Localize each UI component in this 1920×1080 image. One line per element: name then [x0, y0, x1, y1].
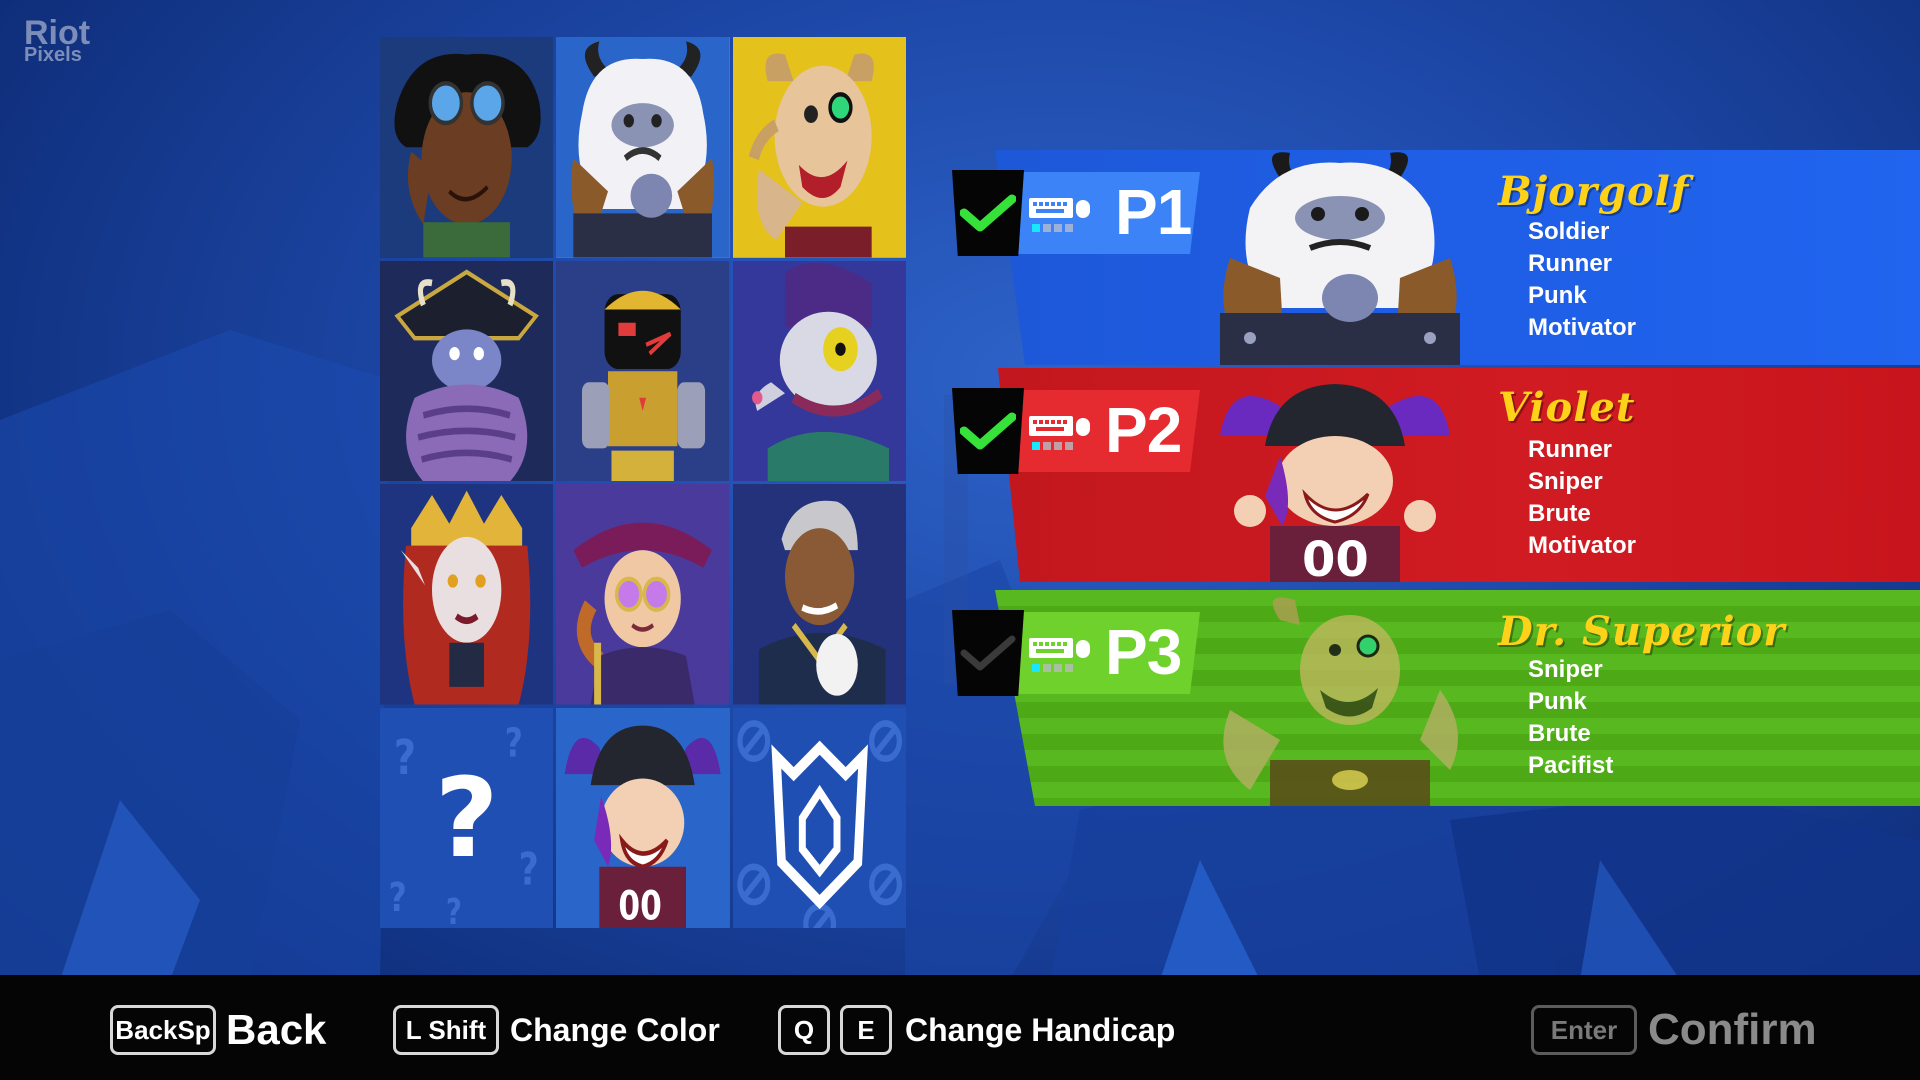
player-3-character-name: Dr. Superior: [1498, 608, 1786, 655]
riot-pixels-watermark: Riot Pixels: [24, 14, 91, 67]
player-1-panel: P1 Bjorgolf Soldier Runner Punk Motivato…: [0, 150, 1920, 365]
player-2-tag: P2: [1105, 394, 1182, 466]
trait: Brute: [1528, 500, 1591, 527]
ready-check-icon: [960, 412, 1016, 450]
q-key[interactable]: Q: [778, 1005, 830, 1055]
ready-check-icon: [960, 194, 1016, 232]
left-shift-key[interactable]: L Shift: [393, 1005, 499, 1055]
bjorgolf-large-portrait: [1220, 152, 1460, 365]
violet-large-portrait: 00: [1220, 384, 1450, 582]
player-1-tag: P1: [1115, 176, 1192, 248]
change-handicap-action[interactable]: Change Handicap: [905, 1005, 1175, 1055]
not-ready-check-icon: [960, 635, 1016, 671]
confirm-action[interactable]: Confirm: [1648, 1005, 1817, 1055]
player-2-panel: P2 00 Violet Runner Sniper Brute Motivat…: [0, 368, 1920, 582]
keyboard-mouse-icon: [1029, 198, 1090, 232]
keyboard-mouse-icon: [1029, 416, 1090, 450]
backspace-key[interactable]: BackSp: [110, 1005, 216, 1055]
enter-key[interactable]: Enter: [1531, 1005, 1637, 1055]
trait: Sniper: [1528, 656, 1603, 683]
player-3-traits: Sniper Punk Brute Pacifist: [1528, 654, 1613, 782]
keyboard-mouse-icon: [1029, 638, 1090, 672]
trait: Motivator: [1528, 532, 1636, 559]
trait: Pacifist: [1528, 752, 1614, 779]
change-color-action[interactable]: Change Color: [510, 1005, 720, 1055]
trait: Sniper: [1528, 468, 1603, 495]
back-action[interactable]: Back: [226, 1005, 326, 1055]
trait: Punk: [1528, 688, 1587, 715]
player-2-ready-indicator: [952, 388, 1024, 474]
trait: Runner: [1528, 436, 1612, 463]
player-3-tag: P3: [1105, 616, 1182, 688]
trait: Motivator: [1528, 314, 1636, 341]
watermark-line-1: Riot: [24, 14, 91, 52]
svg-text:00: 00: [1302, 532, 1369, 582]
player-3-panel: P3 Dr. Superior Sniper Punk Brute Pacifi…: [0, 590, 1920, 806]
trait: Brute: [1528, 720, 1591, 747]
trait: Soldier: [1528, 218, 1610, 245]
player-1-traits: Soldier Runner Punk Motivator: [1528, 216, 1636, 344]
player-3-ready-indicator: [952, 610, 1024, 696]
player-2-traits: Runner Sniper Brute Motivator: [1528, 434, 1636, 562]
trait: Runner: [1528, 250, 1612, 277]
player-2-character-name: Violet: [1498, 384, 1636, 431]
trait: Punk: [1528, 282, 1587, 309]
svg-text:00: 00: [619, 884, 662, 928]
watermark-line-2: Pixels: [24, 44, 82, 67]
dr-superior-large-portrait: [1223, 597, 1458, 806]
player-1-ready-indicator: [952, 170, 1024, 256]
player-1-character-name: Bjorgolf: [1498, 168, 1690, 215]
e-key[interactable]: E: [840, 1005, 892, 1055]
